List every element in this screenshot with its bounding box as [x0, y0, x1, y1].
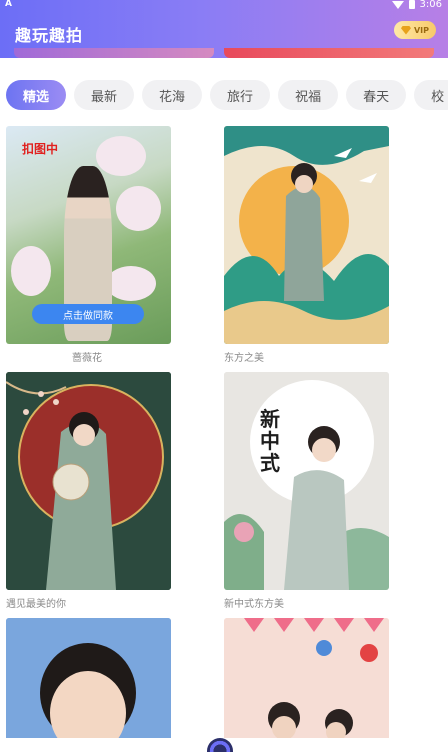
status-left-icon: A [5, 0, 12, 9]
template-caption: 遇见最美的你 [6, 599, 66, 610]
status-right: 3:06 [391, 0, 442, 10]
template-thumbnail[interactable] [224, 618, 389, 752]
template-thumbnail[interactable] [6, 618, 171, 752]
template-thumbnail[interactable] [6, 372, 171, 590]
tab-lvxing[interactable]: 旅行 [210, 80, 271, 110]
cutout-badge: 扣图中 [22, 142, 59, 156]
vip-label: VIP [413, 25, 430, 35]
template-thumbnail[interactable]: 新中式 [224, 372, 389, 590]
new-chinese-artwork [224, 372, 389, 590]
template-thumbnail[interactable]: 扣图中 点击做同款 [6, 126, 171, 344]
oriental-artwork [224, 126, 389, 344]
tab-huahai[interactable]: 花海 [142, 80, 203, 110]
flower-shape [96, 136, 146, 176]
banner-card-right[interactable] [224, 48, 434, 58]
tab-chuntian[interactable]: 春天 [346, 80, 407, 110]
flower-shape [11, 246, 51, 296]
battery-icon [408, 0, 415, 9]
party-artwork [224, 618, 389, 752]
wifi-icon [391, 0, 404, 9]
diamond-icon [400, 25, 411, 35]
new-chinese-calligraphy: 新中式 [260, 407, 280, 475]
tab-zuixin[interactable]: 最新 [74, 80, 135, 110]
bottom-navigation [0, 738, 448, 752]
template-thumbnail[interactable] [224, 126, 389, 344]
tab-jingxuan[interactable]: 精选 [6, 80, 67, 110]
status-bar: A 3:06 [0, 0, 448, 10]
template-caption: 东方之美 [224, 353, 264, 364]
tab-xiao[interactable]: 校 [414, 80, 448, 110]
tab-zhufu[interactable]: 祝福 [278, 80, 339, 110]
app-page: A 3:06 趣玩趣拍 VIP 精选 最新 花海 旅行 祝福 春天 校 扣图中 … [0, 0, 448, 752]
flower-shape [116, 186, 161, 231]
status-time: 3:06 [419, 0, 442, 10]
camera-icon[interactable] [207, 738, 233, 752]
category-tabs: 精选 最新 花海 旅行 祝福 春天 校 [6, 80, 448, 110]
template-caption: 新中式东方美 [224, 599, 284, 610]
portrait-artwork [6, 618, 171, 752]
portrait-artwork [6, 372, 171, 590]
template-caption: 蔷薇花 [72, 353, 102, 364]
banner-card-left[interactable] [14, 48, 214, 58]
make-same-button[interactable]: 点击做同款 [32, 304, 144, 324]
flower-shape [106, 266, 156, 301]
vip-button[interactable]: VIP [394, 21, 436, 39]
page-title: 趣玩趣拍 [15, 26, 84, 45]
